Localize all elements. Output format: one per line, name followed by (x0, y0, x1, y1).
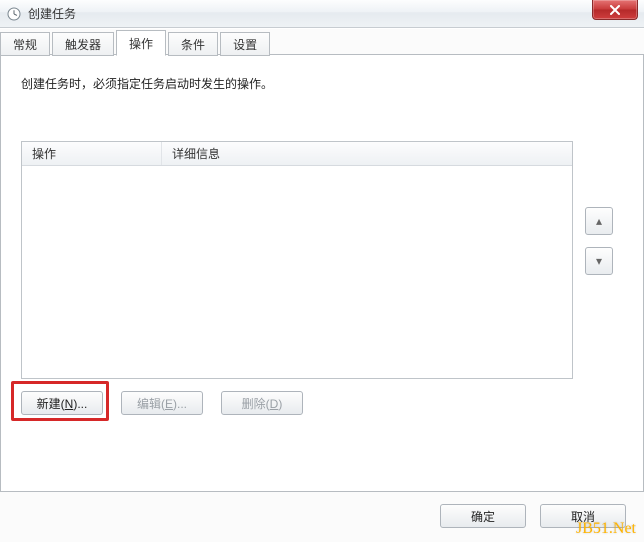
delete-button[interactable]: 删除(D) (221, 391, 303, 415)
button-label: 编辑(E)... (137, 395, 187, 412)
column-action[interactable]: 操作 (22, 142, 162, 165)
window-title: 创建任务 (28, 5, 76, 22)
dialog-buttons: 确定 取消 (440, 504, 626, 528)
ok-button[interactable]: 确定 (440, 504, 526, 528)
edit-button[interactable]: 编辑(E)... (121, 391, 203, 415)
tab-page-actions: 创建任务时，必须指定任务启动时发生的操作。 操作 详细信息 ▴ ▾ 新建(N). (0, 55, 644, 492)
tab-label: 常规 (13, 36, 37, 53)
table-header: 操作 详细信息 (22, 142, 572, 166)
button-label: 确定 (471, 508, 495, 525)
chevron-up-icon: ▴ (596, 214, 602, 228)
tab-strip: 常规 触发器 操作 条件 设置 (0, 29, 644, 55)
new-button[interactable]: 新建(N)... (21, 391, 103, 415)
page-description: 创建任务时，必须指定任务启动时发生的操作。 (21, 75, 273, 92)
tab-label: 设置 (233, 36, 257, 53)
button-label: 新建(N)... (37, 395, 88, 412)
button-label: 删除(D) (242, 395, 283, 412)
tab-general[interactable]: 常规 (0, 32, 50, 56)
clock-icon (6, 6, 22, 22)
tab-triggers[interactable]: 触发器 (52, 32, 114, 56)
move-down-button[interactable]: ▾ (585, 247, 613, 275)
action-button-row: 新建(N)... 编辑(E)... 删除(D) (21, 391, 303, 415)
tab-label: 操作 (129, 35, 153, 52)
tab-actions[interactable]: 操作 (116, 30, 166, 56)
move-up-button[interactable]: ▴ (585, 207, 613, 235)
dialog-body: 常规 触发器 操作 条件 设置 创建任务时，必须指定任务启动时发生的操作。 操作… (0, 28, 644, 542)
cancel-button[interactable]: 取消 (540, 504, 626, 528)
title-bar: 创建任务 (0, 0, 644, 28)
tab-conditions[interactable]: 条件 (168, 32, 218, 56)
tab-label: 条件 (181, 36, 205, 53)
actions-table[interactable]: 操作 详细信息 (21, 141, 573, 379)
chevron-down-icon: ▾ (596, 254, 602, 268)
column-details[interactable]: 详细信息 (162, 142, 572, 165)
close-icon (609, 5, 621, 15)
close-button[interactable] (592, 0, 638, 20)
tab-label: 触发器 (65, 36, 101, 53)
tab-settings[interactable]: 设置 (220, 32, 270, 56)
button-label: 取消 (571, 508, 595, 525)
